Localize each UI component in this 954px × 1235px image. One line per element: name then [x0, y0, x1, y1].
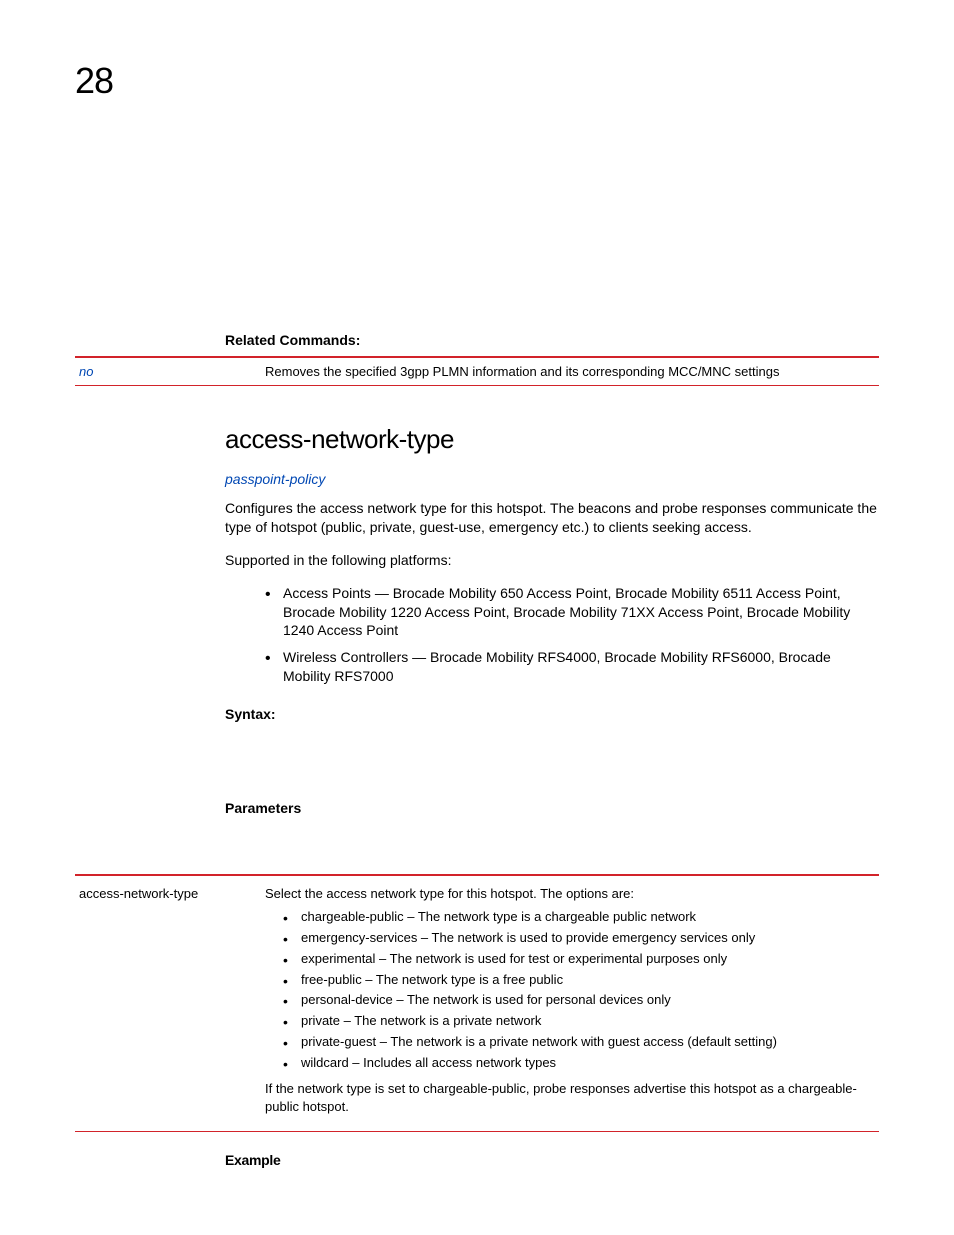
- related-command-desc: Removes the specified 3gpp PLMN informat…: [265, 364, 879, 379]
- param-desc: Select the access network type for this …: [265, 886, 879, 1117]
- parameters-table: access-network-type Select the access ne…: [75, 874, 879, 1132]
- param-options-list: chargeable-public – The network type is …: [283, 907, 879, 1073]
- parameters-heading: Parameters: [225, 800, 879, 816]
- related-commands-table: no Removes the specified 3gpp PLMN infor…: [75, 356, 879, 386]
- list-item: personal-device – The network is used fo…: [283, 990, 879, 1011]
- param-name: access-network-type: [75, 886, 265, 1117]
- page-number: 28: [75, 60, 879, 102]
- list-item: wildcard – Includes all access network t…: [283, 1053, 879, 1074]
- content-column: Related Commands: no Removes the specifi…: [225, 332, 879, 1168]
- supported-line: Supported in the following platforms:: [225, 551, 879, 570]
- parameters-gap: [225, 824, 879, 874]
- list-item: Wireless Controllers — Brocade Mobility …: [265, 648, 879, 686]
- platform-list: Access Points — Brocade Mobility 650 Acc…: [265, 584, 879, 686]
- related-commands-heading: Related Commands:: [225, 332, 879, 348]
- table-row: no Removes the specified 3gpp PLMN infor…: [75, 358, 879, 385]
- list-item: Access Points — Brocade Mobility 650 Acc…: [265, 584, 879, 641]
- example-heading: Example: [225, 1152, 879, 1168]
- list-item: emergency-services – The network is used…: [283, 928, 879, 949]
- command-title: access-network-type: [225, 424, 879, 455]
- list-item: chargeable-public – The network type is …: [283, 907, 879, 928]
- list-item: experimental – The network is used for t…: [283, 949, 879, 970]
- list-item: free-public – The network type is a free…: [283, 970, 879, 991]
- document-page: 28 Related Commands: no Removes the spec…: [0, 0, 954, 1235]
- list-item: private-guest – The network is a private…: [283, 1032, 879, 1053]
- policy-link[interactable]: passpoint-policy: [225, 471, 879, 487]
- intro-paragraph: Configures the access network type for t…: [225, 499, 879, 537]
- related-command-name: no: [75, 364, 265, 379]
- list-item: private – The network is a private netwo…: [283, 1011, 879, 1032]
- param-outro: If the network type is set to chargeable…: [265, 1080, 879, 1118]
- param-intro: Select the access network type for this …: [265, 886, 879, 901]
- syntax-heading: Syntax:: [225, 706, 879, 722]
- syntax-block: [225, 730, 879, 800]
- table-row: access-network-type Select the access ne…: [75, 876, 879, 1131]
